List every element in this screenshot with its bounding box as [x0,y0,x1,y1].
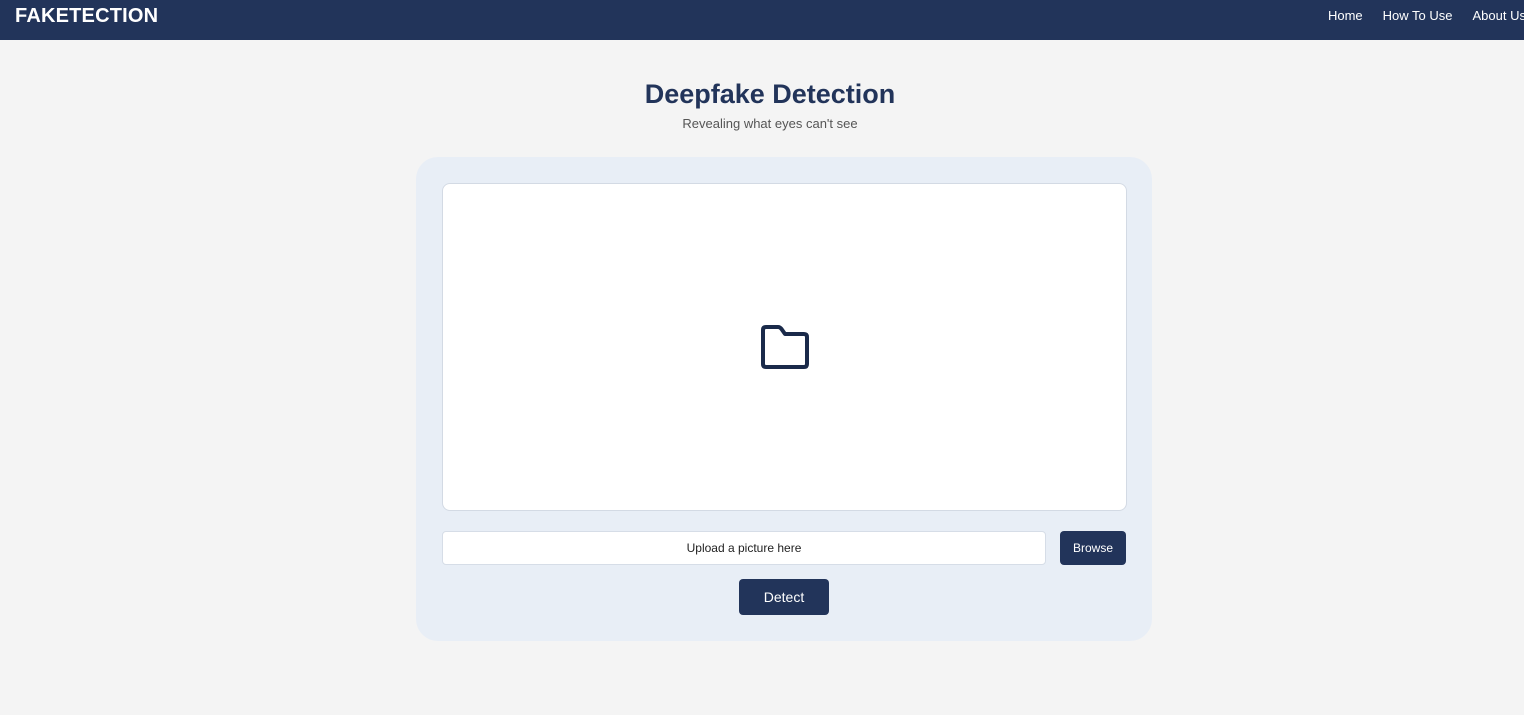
folder-icon [761,325,809,369]
browse-button[interactable]: Browse [1060,531,1126,565]
brand-logo[interactable]: FAKETECTION [15,5,158,27]
nav-link-how-to-use[interactable]: How To Use [1383,8,1453,24]
detect-button[interactable]: Detect [739,579,829,615]
nav-links: Home How To Use About Us [1308,8,1524,24]
image-drop-zone[interactable] [442,183,1127,511]
nav-link-about-us[interactable]: About Us [1473,8,1524,24]
upload-file-field[interactable] [442,531,1046,565]
navbar: FAKETECTION Home How To Use About Us [0,0,1524,40]
page-title: Deepfake Detection [644,79,896,109]
page-subtitle: Revealing what eyes can't see [682,116,858,131]
upload-card: Browse Detect [416,157,1152,641]
nav-link-home[interactable]: Home [1328,8,1363,24]
